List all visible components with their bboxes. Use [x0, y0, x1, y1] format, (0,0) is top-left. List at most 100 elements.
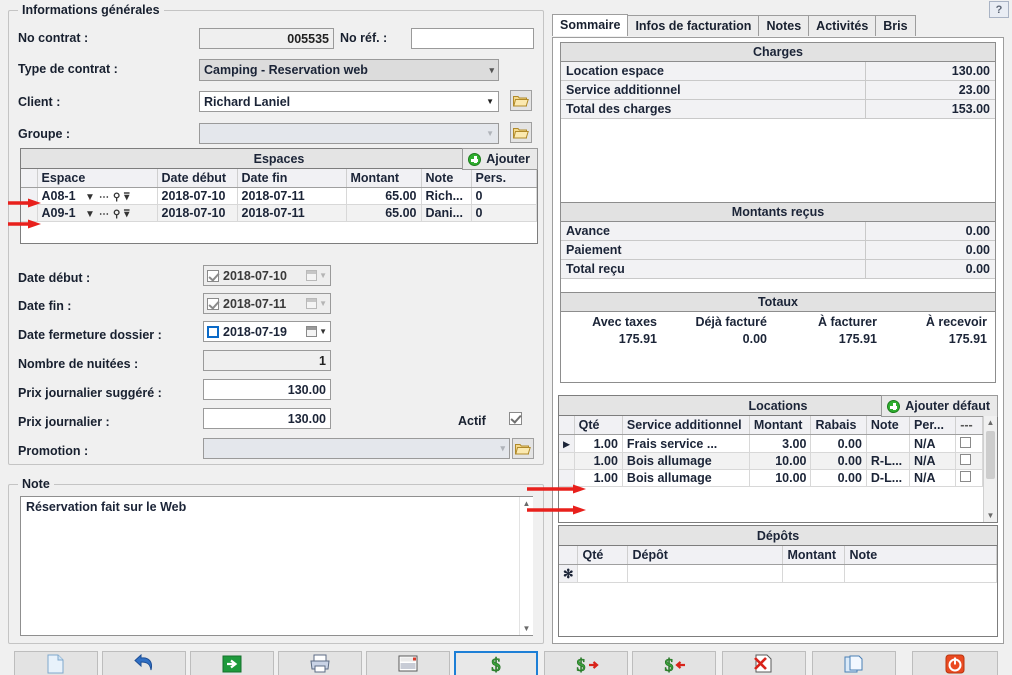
tab-bris[interactable]: Bris	[875, 15, 916, 36]
espaces-cell-date-fin[interactable]: 2018-07-11	[237, 204, 347, 222]
locations-col-qte[interactable]: Qté	[574, 416, 623, 435]
locations-cell-per[interactable]: N/A	[909, 434, 957, 453]
nuitees-input[interactable]: 1	[203, 350, 331, 371]
date-fin-calendar[interactable]: ▼	[306, 298, 327, 309]
scroll-down-icon[interactable]: ▼	[520, 622, 533, 635]
promotion-select[interactable]: ▾	[203, 438, 510, 459]
table-row[interactable]: A08-1 ▼ ⋯ ⚲ ▾̅ 2018-07-10 2018-07-11 65.…	[21, 187, 537, 205]
groupe-browse-button[interactable]	[510, 122, 532, 143]
date-fermeture-calendar[interactable]: ▼	[306, 326, 327, 337]
locations-cell-service[interactable]: Frais service ...	[622, 434, 750, 453]
payment-out-button[interactable]: $	[544, 651, 628, 675]
locations-cell-rabais[interactable]: 0.00	[810, 434, 867, 453]
row-checkbox[interactable]	[960, 454, 972, 465]
date-fin-checkbox[interactable]	[207, 297, 219, 310]
locations-col-per[interactable]: Per...	[909, 416, 957, 435]
espaces-cell-espace[interactable]: A08-1 ▼ ⋯ ⚲ ▾̅	[37, 187, 158, 205]
save-export-button[interactable]	[190, 651, 274, 675]
row-checkbox[interactable]	[960, 471, 972, 482]
locations-col-checkbox[interactable]: ---	[955, 416, 983, 435]
payment-in-button[interactable]: $	[632, 651, 716, 675]
depots-col-qte[interactable]: Qté	[577, 546, 629, 565]
new-document-button[interactable]	[14, 651, 98, 675]
espaces-col-montant[interactable]: Montant	[346, 169, 422, 188]
espaces-col-note[interactable]: Note	[421, 169, 472, 188]
row-checkbox[interactable]	[960, 436, 972, 448]
chevron-down-icon[interactable]: ▼	[85, 193, 95, 203]
table-row[interactable]: ✻	[559, 564, 997, 583]
ellipsis-icon[interactable]: ⋯	[99, 193, 109, 203]
depots-cell-qte[interactable]	[577, 564, 629, 583]
note-scrollbar[interactable]: ▲ ▼	[519, 497, 533, 635]
table-row[interactable]: ▸ 1.00 Frais service ... 3.00 0.00 N/A	[559, 434, 983, 453]
locations-cell-per[interactable]: N/A	[909, 452, 957, 470]
locations-cell-montant[interactable]: 10.00	[749, 452, 812, 470]
search-icon[interactable]: ⚲	[113, 193, 120, 203]
espaces-col-espace[interactable]: Espace	[37, 169, 158, 188]
scroll-thumb[interactable]	[986, 431, 995, 479]
locations-cell-service[interactable]: Bois allumage	[622, 469, 750, 487]
tab-activites[interactable]: Activités	[808, 15, 877, 36]
date-fermeture-field[interactable]: 2018-07-19 ▼	[203, 321, 331, 342]
filter-funnel-icon[interactable]: ▾̅	[124, 210, 129, 220]
tab-infos-facturation[interactable]: Infos de facturation	[627, 15, 760, 36]
client-select[interactable]: Richard Laniel ▼	[199, 91, 499, 112]
locations-cell-flag[interactable]	[955, 434, 983, 453]
tab-notes[interactable]: Notes	[758, 15, 810, 36]
locations-scrollbar[interactable]: ▲ ▼	[983, 416, 997, 522]
invoice-button[interactable]: $	[454, 651, 538, 675]
espaces-cell-espace[interactable]: A09-1 ▼ ⋯ ⚲ ▾̅	[37, 204, 158, 222]
duplicate-button[interactable]	[812, 651, 896, 675]
espaces-cell-date-debut[interactable]: 2018-07-10	[157, 204, 238, 222]
locations-col-note[interactable]: Note	[866, 416, 911, 435]
promotion-browse-button[interactable]	[512, 438, 534, 459]
type-contrat-select[interactable]: Camping - Reservation web ▾	[199, 59, 499, 81]
client-browse-button[interactable]	[510, 90, 532, 111]
filter-funnel-icon[interactable]: ▾̅	[124, 193, 129, 203]
scroll-up-icon[interactable]: ▲	[984, 416, 997, 429]
chevron-down-icon[interactable]: ▼	[85, 210, 95, 220]
scroll-down-icon[interactable]: ▼	[984, 509, 997, 522]
locations-cell-rabais[interactable]: 0.00	[810, 452, 867, 470]
table-row[interactable]: 1.00 Bois allumage 10.00 0.00 R-L... N/A	[559, 452, 983, 470]
table-row[interactable]: 1.00 Bois allumage 10.00 0.00 D-L... N/A	[559, 469, 983, 487]
locations-cell-flag[interactable]	[955, 469, 983, 487]
espaces-cell-date-fin[interactable]: 2018-07-11	[237, 187, 347, 205]
locations-col-service[interactable]: Service additionnel	[622, 416, 750, 435]
depots-cell-montant[interactable]	[782, 564, 846, 583]
date-debut-checkbox[interactable]	[207, 269, 219, 282]
depots-cell-depot[interactable]	[627, 564, 784, 583]
actif-checkbox[interactable]	[509, 412, 522, 425]
cancel-invoice-button[interactable]	[722, 651, 806, 675]
espaces-col-pers[interactable]: Pers.	[471, 169, 537, 188]
date-debut-calendar[interactable]: ▼	[306, 270, 327, 281]
espaces-cell-montant[interactable]: 65.00	[346, 187, 422, 205]
espaces-cell-pers[interactable]: 0	[471, 204, 537, 222]
print-button[interactable]	[278, 651, 362, 675]
espaces-cell-note[interactable]: Rich...	[421, 187, 472, 205]
locations-cell-note[interactable]: D-L...	[866, 469, 911, 487]
groupe-select[interactable]: ▼	[199, 123, 499, 144]
locations-cell-rabais[interactable]: 0.00	[810, 469, 867, 487]
espaces-add-button[interactable]: Ajouter	[462, 148, 538, 170]
date-fin-field[interactable]: 2018-07-11 ▼	[203, 293, 331, 314]
no-contrat-input[interactable]: 005535	[199, 28, 334, 49]
espaces-col-date-fin[interactable]: Date fin	[237, 169, 347, 188]
locations-add-default-button[interactable]: Ajouter défaut	[881, 395, 998, 417]
espaces-cell-pers[interactable]: 0	[471, 187, 537, 205]
locations-cell-montant[interactable]: 3.00	[749, 434, 812, 453]
locations-col-montant[interactable]: Montant	[749, 416, 812, 435]
locations-cell-flag[interactable]	[955, 452, 983, 470]
depots-col-note[interactable]: Note	[844, 546, 997, 565]
locations-cell-service[interactable]: Bois allumage	[622, 452, 750, 470]
table-row[interactable]: A09-1 ▼ ⋯ ⚲ ▾̅ 2018-07-10 2018-07-11 65.…	[21, 204, 537, 222]
no-ref-input[interactable]	[411, 28, 534, 49]
espaces-cell-montant[interactable]: 65.00	[346, 204, 422, 222]
locations-cell-montant[interactable]: 10.00	[749, 469, 812, 487]
espaces-col-date-debut[interactable]: Date début	[157, 169, 238, 188]
locations-cell-note[interactable]	[866, 434, 911, 453]
report-button[interactable]	[366, 651, 450, 675]
espaces-cell-date-debut[interactable]: 2018-07-10	[157, 187, 238, 205]
espaces-cell-note[interactable]: Dani...	[421, 204, 472, 222]
locations-col-rabais[interactable]: Rabais	[810, 416, 867, 435]
